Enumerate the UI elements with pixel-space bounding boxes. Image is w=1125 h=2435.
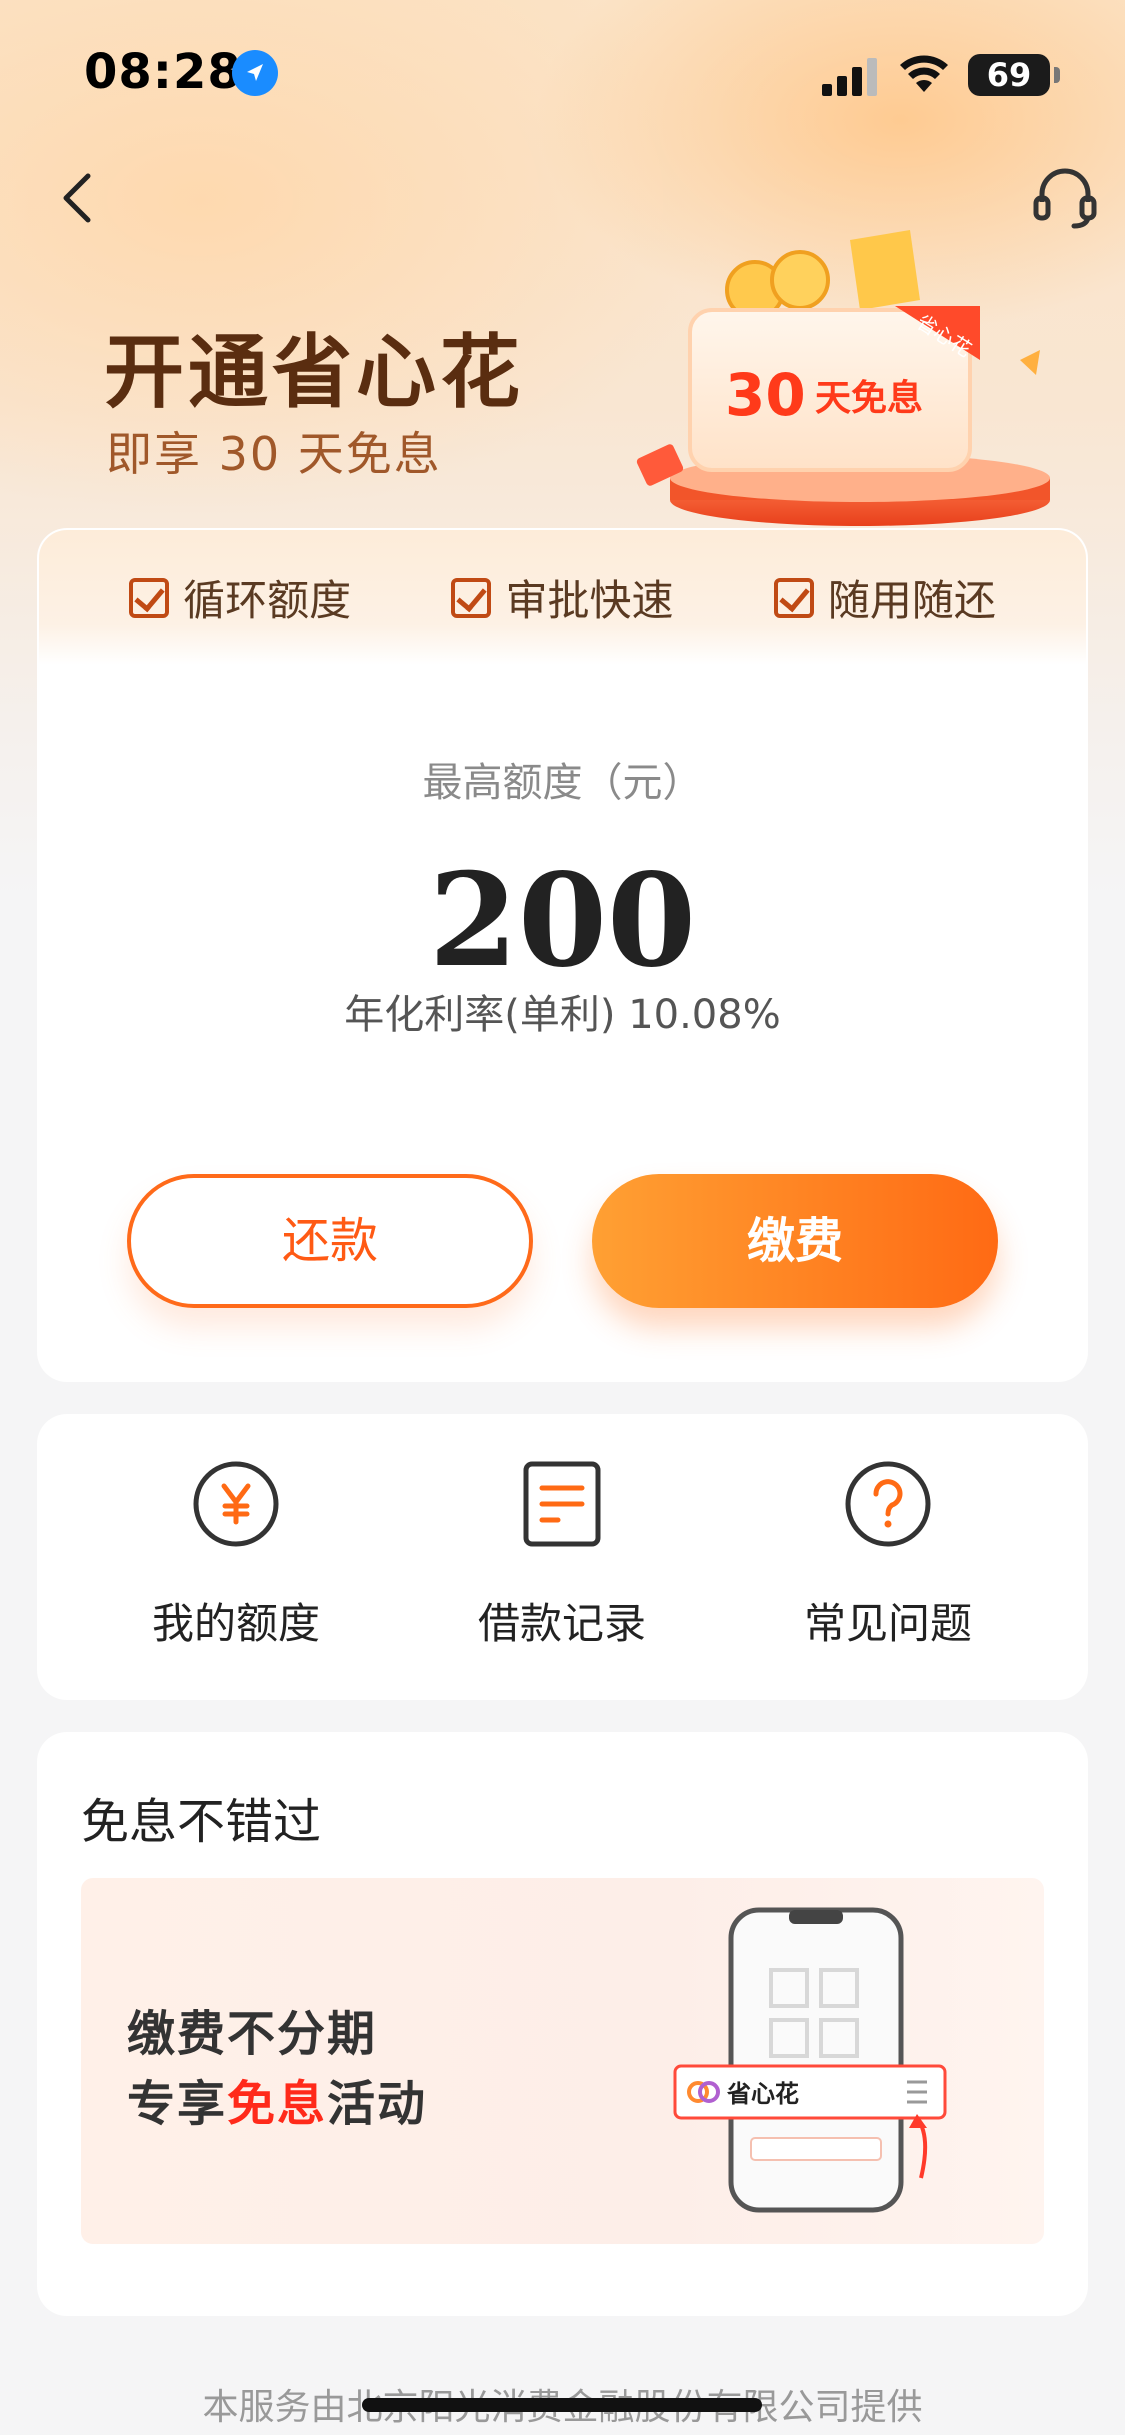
max-limit-value: 200 [428, 846, 697, 996]
feature-item: 审批快速 [451, 567, 674, 628]
promo-panel: 免息不错过 缴费不分期 专享免息活动 省心花 [37, 1732, 1088, 2316]
coupon-illustration: 30 天免息 省心花 [636, 230, 1050, 526]
repay-button[interactable]: 还款 [127, 1174, 533, 1308]
back-arrow-icon[interactable] [50, 168, 110, 228]
credit-card-panel: 循环额度 审批快速 随用随还 最高额度（元） 200 年化利率(单利) 10.0… [37, 528, 1088, 1382]
yen-icon [193, 1461, 279, 1547]
hero-title: 开通省心花 [104, 326, 524, 419]
battery-icon: 69 [968, 54, 1060, 96]
promo-line-2-prefix: 专享 [127, 2076, 228, 2132]
phone-illustration: 省心花 [673, 1907, 947, 2213]
quick-link-my-limit[interactable]: 我的额度 [86, 1460, 386, 1651]
checkbox-icon [129, 577, 170, 618]
feature-label: 审批快速 [505, 576, 674, 625]
home-indicator [362, 2398, 762, 2412]
phone-card-label: 省心花 [726, 2080, 799, 2108]
quick-link-label: 借款记录 [477, 1599, 646, 1648]
quick-link-faq[interactable]: 常见问题 [738, 1460, 1038, 1651]
promo-banner[interactable]: 缴费不分期 专享免息活动 省心花 [81, 1878, 1044, 2244]
promo-title: 免息不错过 [81, 1794, 322, 1850]
checkbox-icon [773, 577, 814, 618]
checkbox-icon [451, 577, 492, 618]
coupon-days: 30 [725, 361, 806, 429]
quick-links-panel: 我的额度 借款记录 常见问题 [37, 1414, 1088, 1700]
status-bar: 08:28 69 [0, 0, 1125, 150]
promo-highlight: 免息 [227, 2076, 328, 2132]
quick-link-loan-records[interactable]: 借款记录 [412, 1460, 712, 1651]
promo-line-2: 专享免息活动 [127, 2064, 427, 2134]
promo-line-2-suffix: 活动 [327, 2076, 428, 2132]
location-arrow-icon [232, 50, 278, 96]
status-time: 08:28 [84, 44, 242, 100]
cellular-signal-icon [822, 58, 877, 96]
pay-button[interactable]: 缴费 [592, 1174, 998, 1308]
question-icon [845, 1461, 931, 1547]
document-icon [523, 1461, 601, 1547]
quick-link-label: 我的额度 [151, 1599, 320, 1648]
max-limit-label: 最高额度（元） [422, 760, 703, 806]
coupon-text: 天免息 [815, 378, 923, 419]
quick-link-label: 常见问题 [803, 1599, 972, 1648]
feature-strip: 循环额度 审批快速 随用随还 [39, 530, 1086, 665]
feature-label: 随用随还 [827, 576, 996, 625]
hero-subtitle: 即享 30 天免息 [106, 427, 442, 481]
feature-item: 循环额度 [129, 567, 351, 628]
promo-line-1: 缴费不分期 [127, 2006, 378, 2062]
feature-item: 随用随还 [773, 567, 996, 628]
feature-label: 循环额度 [183, 576, 352, 625]
wifi-icon [900, 55, 948, 92]
interest-rate: 年化利率(单利) 10.08% [344, 992, 781, 1038]
